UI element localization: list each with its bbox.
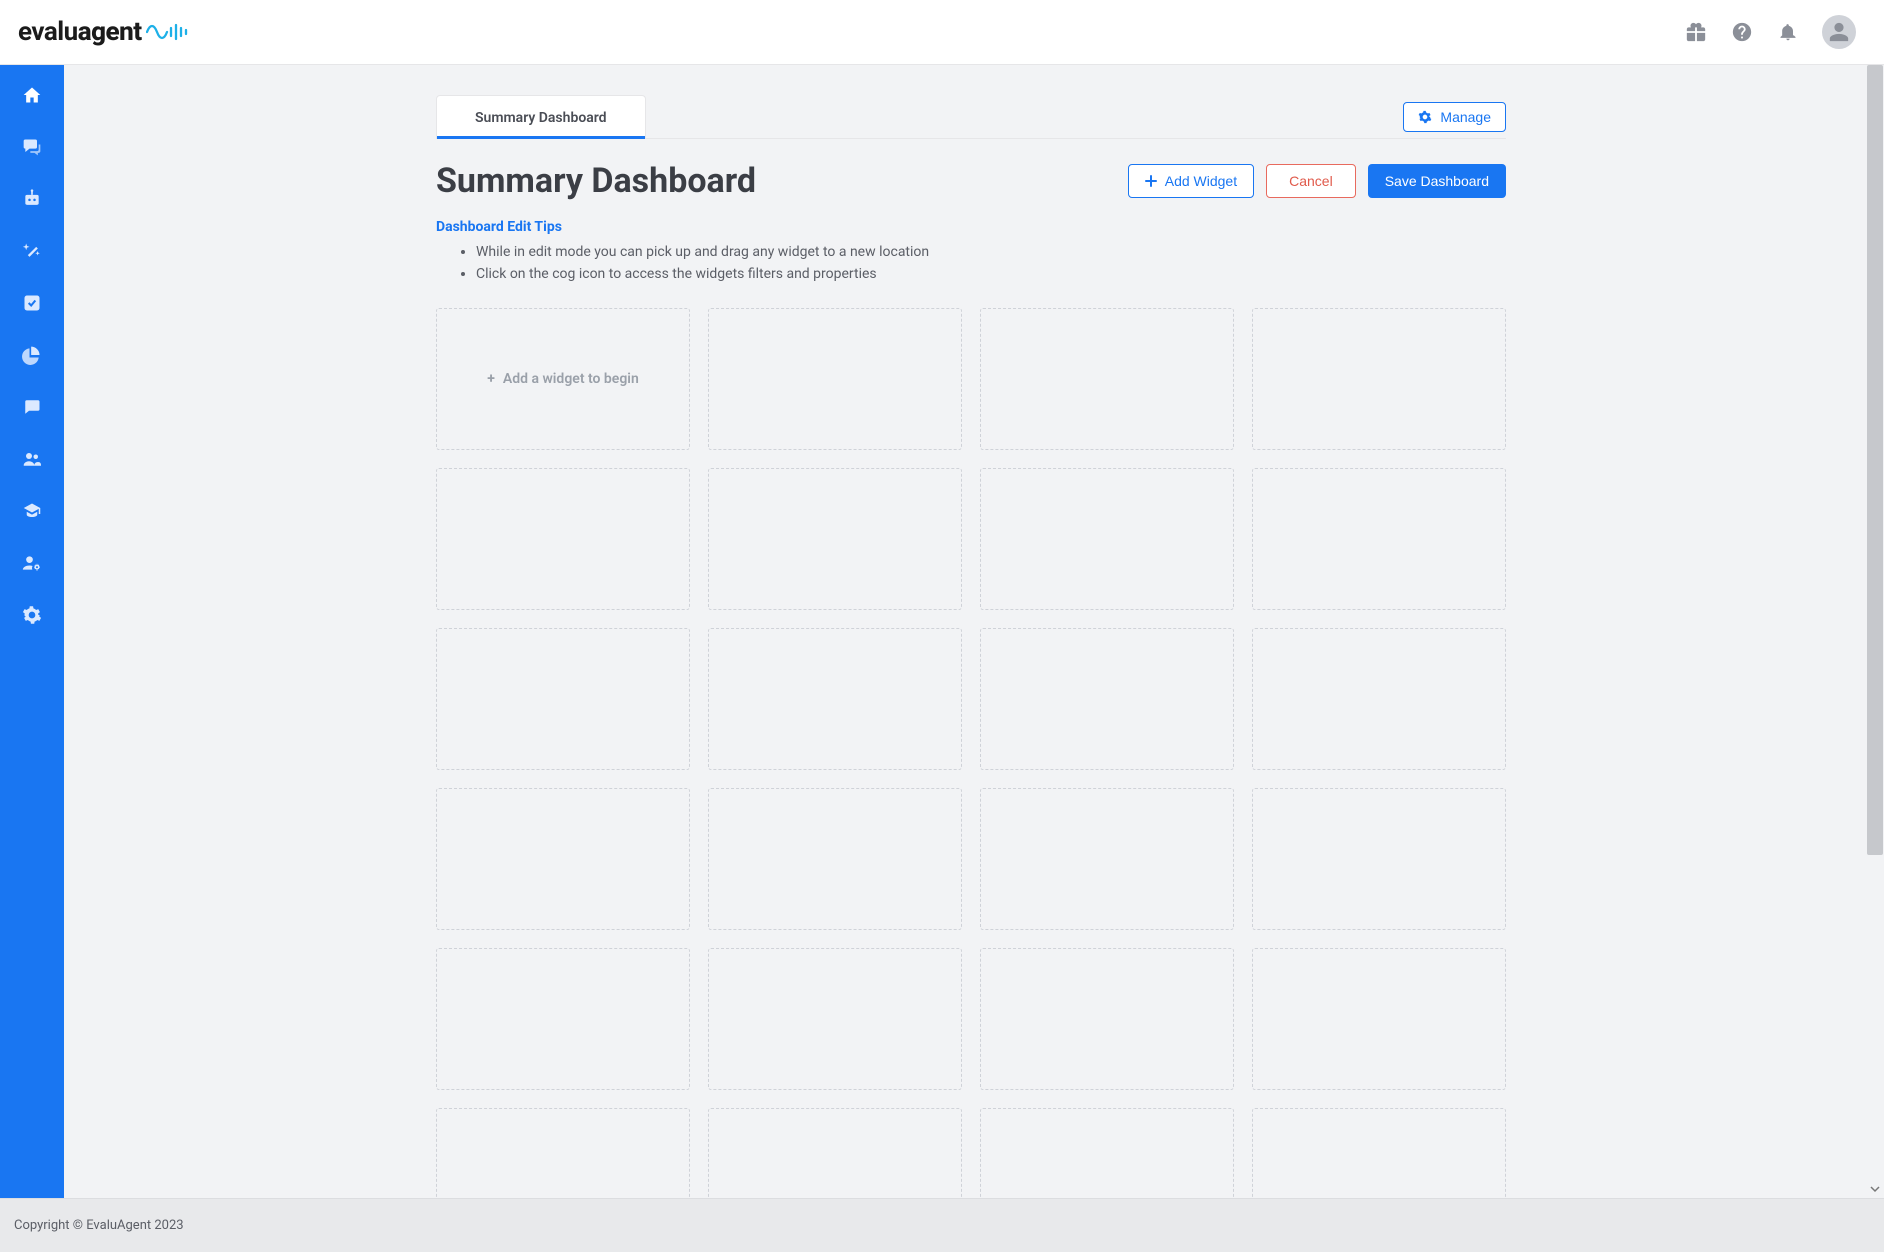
tip-item: Click on the cog icon to access the widg… bbox=[476, 263, 1506, 285]
widget-slot[interactable] bbox=[708, 788, 962, 930]
tips-heading: Dashboard Edit Tips bbox=[436, 219, 1506, 235]
user-avatar[interactable] bbox=[1822, 15, 1856, 49]
add-widget-slot-label: Add a widget to begin bbox=[503, 371, 639, 387]
plus-icon bbox=[1145, 175, 1157, 187]
save-dashboard-button[interactable]: Save Dashboard bbox=[1368, 164, 1506, 198]
copyright-text: Copyright © EvaluAgent 2023 bbox=[14, 1218, 184, 1233]
help-icon[interactable] bbox=[1730, 20, 1754, 44]
cancel-button[interactable]: Cancel bbox=[1266, 164, 1356, 198]
brand-wave-icon bbox=[146, 22, 188, 42]
brand-name-part2: agent bbox=[78, 17, 142, 47]
add-widget-button[interactable]: Add Widget bbox=[1128, 164, 1254, 198]
footer: Copyright © EvaluAgent 2023 bbox=[0, 1198, 1884, 1252]
manage-button[interactable]: Manage bbox=[1403, 102, 1506, 132]
save-dashboard-label: Save Dashboard bbox=[1385, 173, 1489, 189]
tab-row: Summary Dashboard Manage bbox=[436, 95, 1506, 139]
tips-list: While in edit mode you can pick up and d… bbox=[436, 241, 1506, 286]
content-scrollbar[interactable] bbox=[1866, 65, 1884, 1198]
widget-slot[interactable] bbox=[1252, 788, 1506, 930]
topbar-icons bbox=[1684, 15, 1856, 49]
widget-slot[interactable] bbox=[436, 468, 690, 610]
cancel-label: Cancel bbox=[1289, 173, 1333, 189]
pie-chart-icon[interactable] bbox=[12, 339, 52, 371]
brand-name-part1: evalu bbox=[18, 17, 78, 47]
sidebar bbox=[0, 65, 64, 1198]
users-icon[interactable] bbox=[12, 443, 52, 475]
gear-icon[interactable] bbox=[12, 599, 52, 631]
widget-grid: + Add a widget to begin bbox=[436, 308, 1506, 1198]
widget-slot[interactable] bbox=[980, 948, 1234, 1090]
gift-icon[interactable] bbox=[1684, 20, 1708, 44]
widget-slot[interactable] bbox=[1252, 628, 1506, 770]
wand-icon[interactable] bbox=[12, 235, 52, 267]
tab-label: Summary Dashboard bbox=[475, 110, 607, 126]
message-icon[interactable] bbox=[12, 391, 52, 423]
widget-slot[interactable] bbox=[980, 468, 1234, 610]
widget-slot[interactable] bbox=[708, 1108, 962, 1198]
brand-logo[interactable]: evaluagent bbox=[18, 17, 188, 47]
widget-slot[interactable] bbox=[708, 628, 962, 770]
gear-icon bbox=[1418, 110, 1432, 124]
tip-item: While in edit mode you can pick up and d… bbox=[476, 241, 1506, 263]
widget-slot[interactable] bbox=[708, 468, 962, 610]
widget-slot[interactable] bbox=[1252, 308, 1506, 450]
robot-icon[interactable] bbox=[12, 183, 52, 215]
graduation-cap-icon[interactable] bbox=[12, 495, 52, 527]
main-content: Summary Dashboard Manage Summary Dashboa… bbox=[64, 65, 1866, 1198]
chat-icon[interactable] bbox=[12, 131, 52, 163]
title-row: Summary Dashboard Add Widget Cancel Save… bbox=[436, 161, 1506, 201]
widget-slot[interactable] bbox=[980, 788, 1234, 930]
widget-slot[interactable] bbox=[436, 948, 690, 1090]
bell-icon[interactable] bbox=[1776, 20, 1800, 44]
plus-icon: + bbox=[487, 371, 495, 387]
widget-slot[interactable] bbox=[1252, 948, 1506, 1090]
page-title: Summary Dashboard bbox=[436, 161, 1116, 201]
widget-slot[interactable] bbox=[708, 308, 962, 450]
widget-slot[interactable] bbox=[980, 1108, 1234, 1198]
widget-slot[interactable] bbox=[1252, 468, 1506, 610]
edit-tips: Dashboard Edit Tips While in edit mode y… bbox=[436, 219, 1506, 286]
add-widget-slot[interactable]: + Add a widget to begin bbox=[436, 308, 690, 450]
widget-slot[interactable] bbox=[436, 628, 690, 770]
tab-summary-dashboard[interactable]: Summary Dashboard bbox=[436, 95, 646, 138]
scroll-thumb[interactable] bbox=[1867, 65, 1883, 855]
topbar: evaluagent bbox=[0, 0, 1884, 65]
widget-slot[interactable] bbox=[436, 1108, 690, 1198]
widget-slot[interactable] bbox=[980, 308, 1234, 450]
widget-slot[interactable] bbox=[708, 948, 962, 1090]
scroll-down-arrow[interactable] bbox=[1866, 1180, 1884, 1198]
add-widget-label: Add Widget bbox=[1165, 173, 1237, 189]
widget-slot[interactable] bbox=[436, 788, 690, 930]
widget-slot[interactable] bbox=[1252, 1108, 1506, 1198]
manage-button-label: Manage bbox=[1440, 109, 1491, 125]
home-icon[interactable] bbox=[12, 79, 52, 111]
user-cog-icon[interactable] bbox=[12, 547, 52, 579]
checkbox-icon[interactable] bbox=[12, 287, 52, 319]
widget-slot[interactable] bbox=[980, 628, 1234, 770]
